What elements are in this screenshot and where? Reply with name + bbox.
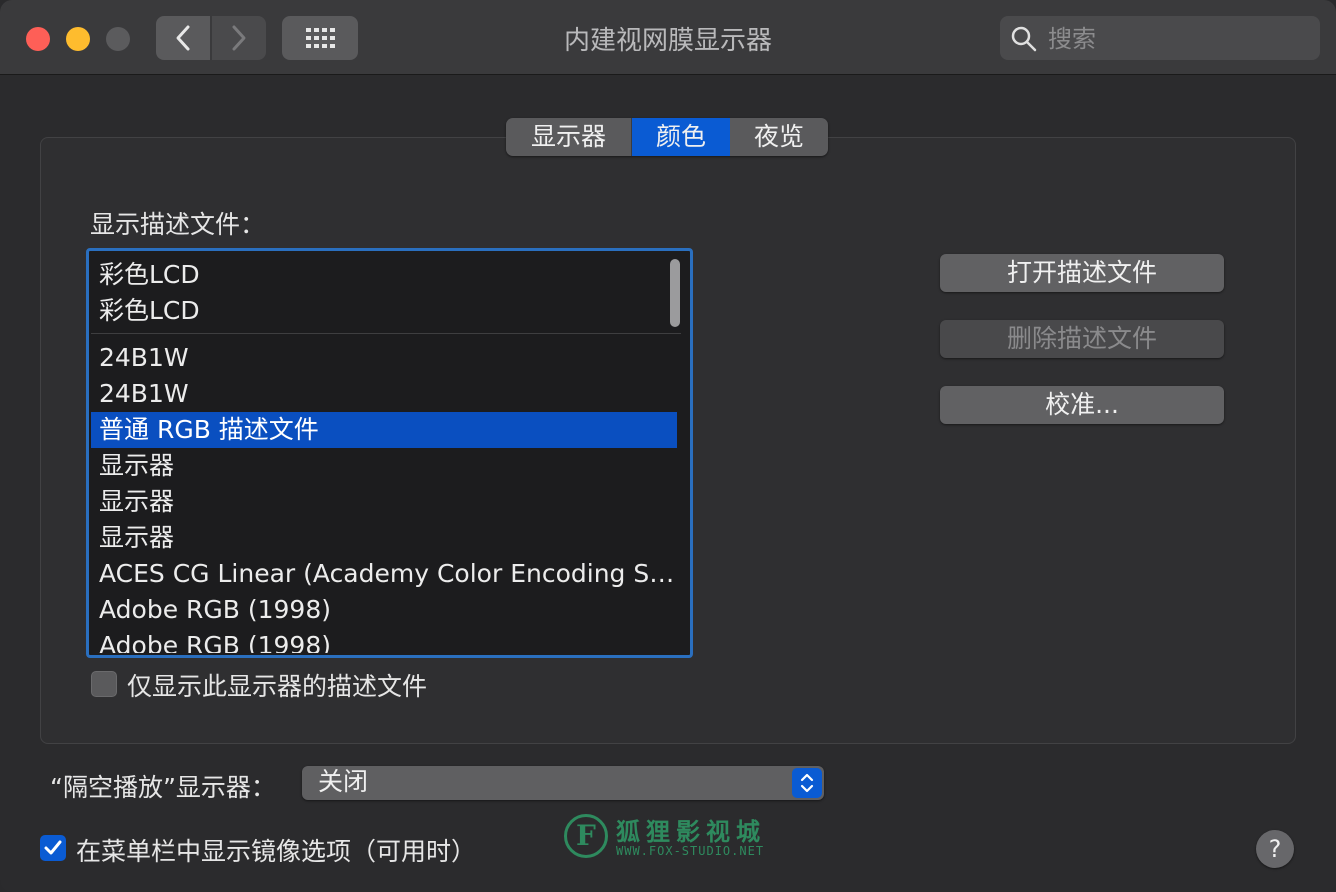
profiles-list[interactable]: 彩色LCD 彩色LCD 24B1W 24B1W 普通 RGB 描述文件 显示器 … [86, 248, 693, 658]
tab-color[interactable]: 颜色 [632, 118, 730, 156]
show-all-button[interactable] [282, 16, 358, 60]
airplay-display-select[interactable]: 关闭 [302, 766, 824, 800]
chevron-left-icon [176, 25, 190, 51]
show-mirroring-label: 在菜单栏中显示镜像选项（可用时） [76, 837, 477, 866]
list-item[interactable]: Adobe RGB (1998) [91, 592, 677, 628]
window-title: 内建视网膜显示器 [563, 26, 772, 56]
checkmark-icon [44, 840, 62, 855]
back-button[interactable] [156, 16, 210, 60]
watermark-logo: F 狐狸影视城 WWW.FOX-STUDIO.NET [562, 812, 782, 868]
zoom-window-button[interactable] [106, 27, 130, 51]
only-this-display-label: 仅显示此显示器的描述文件 [127, 672, 428, 701]
list-item[interactable]: ACES CG Linear (Academy Color Encoding S… [91, 556, 677, 592]
title-bar: 内建视网膜显示器 [0, 0, 1336, 75]
tab-display[interactable]: 显示器 [506, 118, 632, 156]
chevron-right-icon [232, 25, 246, 51]
updown-chevron-icon [792, 768, 822, 798]
delete-profile-button[interactable]: 删除描述文件 [940, 320, 1224, 358]
open-profile-button[interactable]: 打开描述文件 [940, 254, 1224, 292]
only-this-display-checkbox[interactable] [91, 671, 117, 697]
grid-icon [306, 28, 335, 48]
show-mirroring-checkbox[interactable] [40, 835, 66, 861]
list-scrollbar[interactable] [670, 259, 680, 327]
airplay-display-value: 关闭 [318, 767, 369, 796]
list-item[interactable]: 显示器 [91, 448, 677, 484]
watermark-name: 狐狸影视城 [616, 818, 766, 846]
tab-bar: 显示器 颜色 夜览 [506, 118, 828, 156]
watermark-letter: F [564, 814, 608, 858]
list-item[interactable]: 彩色LCD [91, 257, 677, 293]
list-item[interactable]: 24B1W [91, 376, 677, 412]
search-input[interactable] [1046, 20, 1310, 58]
forward-button[interactable] [212, 16, 266, 60]
minimize-window-button[interactable] [66, 27, 90, 51]
close-window-button[interactable] [26, 27, 50, 51]
system-preferences-window: 内建视网膜显示器 显示器 颜色 夜览 显示描述文件： 彩色LCD 彩色LCD 2… [0, 0, 1336, 892]
search-field[interactable] [1000, 16, 1320, 60]
search-icon [1011, 26, 1037, 52]
airplay-display-label: “隔空播放”显示器： [50, 773, 276, 802]
help-button[interactable]: ? [1256, 830, 1294, 868]
tab-night-shift[interactable]: 夜览 [730, 118, 828, 156]
profiles-label: 显示描述文件： [90, 210, 266, 239]
watermark-url: WWW.FOX-STUDIO.NET [616, 844, 765, 858]
list-item[interactable]: Adobe RGB (1998) [91, 628, 677, 653]
calibrate-button[interactable]: 校准... [940, 386, 1224, 424]
list-item-selected[interactable]: 普通 RGB 描述文件 [91, 412, 677, 448]
list-item[interactable]: 24B1W [91, 340, 677, 376]
list-item[interactable]: 显示器 [91, 520, 677, 556]
list-item[interactable]: 彩色LCD [91, 293, 677, 329]
list-divider [91, 333, 681, 334]
list-item[interactable]: 显示器 [91, 484, 677, 520]
